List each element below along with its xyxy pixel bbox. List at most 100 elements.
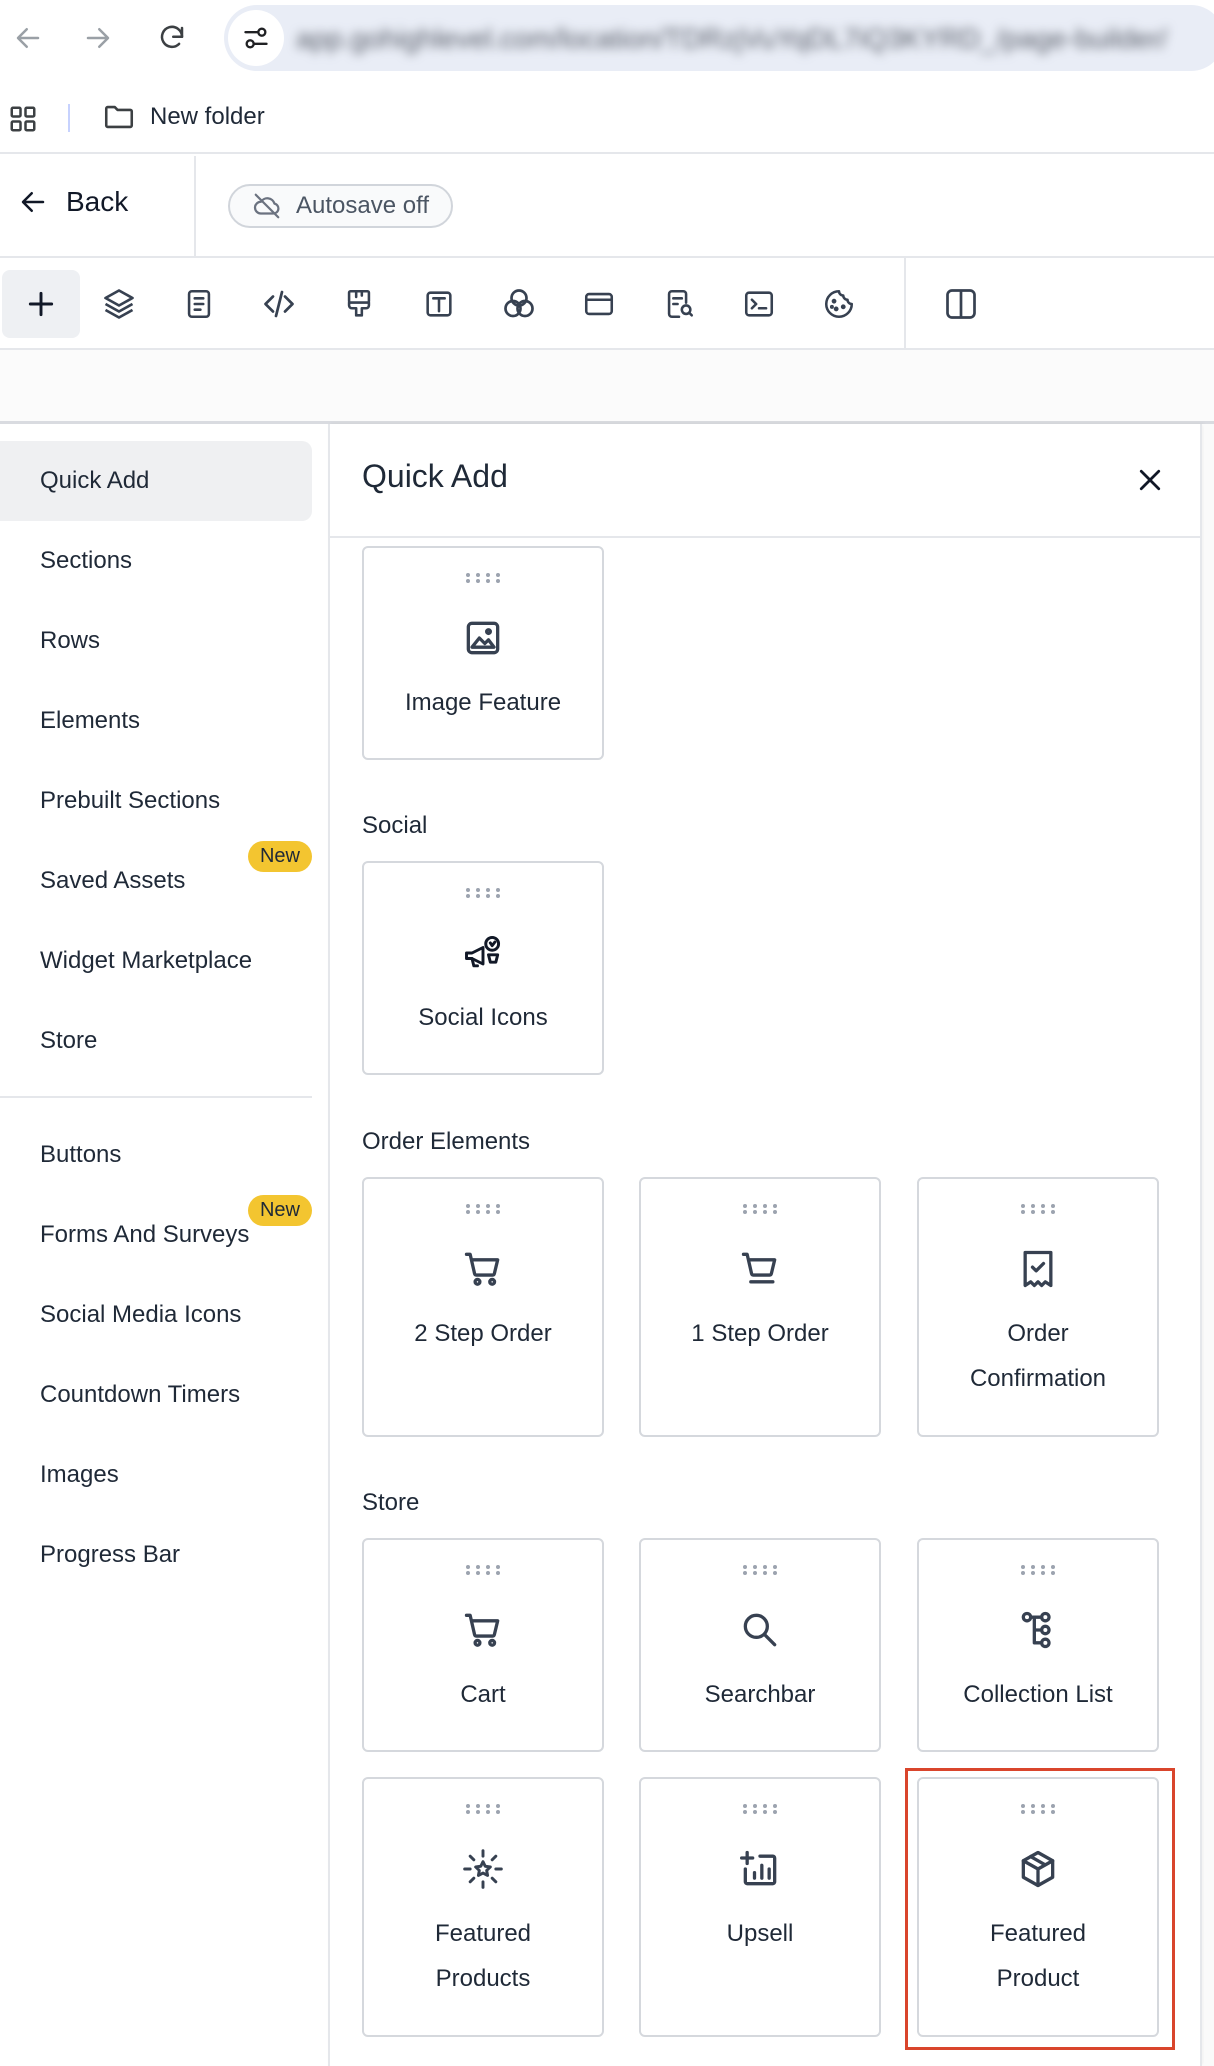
cart-icon <box>741 1252 777 1284</box>
nav-item-elements[interactable]: Elements <box>0 681 312 761</box>
nav-item-prebuilt-sections[interactable]: Prebuilt Sections <box>0 761 312 841</box>
element-card-2-step-order[interactable]: 2 Step Order <box>362 1177 604 1437</box>
arrow-right-icon <box>86 28 110 48</box>
drag-handle-icon[interactable] <box>1020 1203 1056 1215</box>
image-icon <box>466 621 500 655</box>
canvas-edge <box>1204 424 1214 2066</box>
element-card-1-step-order[interactable]: 1 Step Order <box>639 1177 881 1437</box>
element-card-collection-list[interactable]: Collection List <box>917 1538 1159 1752</box>
tool-page-settings[interactable] <box>160 270 238 338</box>
megaphone-icon <box>465 935 501 968</box>
code-icon <box>264 290 294 318</box>
element-card-image-feature[interactable]: Image Feature <box>362 546 604 760</box>
site-info-button[interactable] <box>228 10 284 66</box>
nav-item-buttons[interactable]: Buttons <box>0 1115 312 1195</box>
element-card-upsell[interactable]: Upsell <box>639 1777 881 2037</box>
nav-item-label: Buttons <box>40 1141 122 1168</box>
nav-item-countdown-timers[interactable]: Countdown Timers <box>0 1355 312 1435</box>
nav-item-images[interactable]: Images <box>0 1435 312 1515</box>
element-card-featured-products[interactable]: Featured Products <box>362 1777 604 2037</box>
drag-handle-icon[interactable] <box>742 1564 778 1576</box>
card-label: Upsell <box>726 1920 794 1947</box>
selection-highlight <box>905 1768 1175 2050</box>
window-icon <box>584 292 614 316</box>
nav-item-quick-add[interactable]: Quick Add <box>0 441 312 521</box>
drag-handle-icon[interactable] <box>742 1203 778 1215</box>
back-button[interactable]: Back <box>18 186 128 218</box>
tool-split-view[interactable] <box>922 270 1000 338</box>
nav-item-label: Widget Marketplace <box>40 947 253 974</box>
bookmark-folder[interactable]: New folder <box>102 100 265 134</box>
drag-handle-icon[interactable] <box>465 572 501 584</box>
new-badge: New <box>247 841 312 872</box>
card-label: Collection List <box>963 1681 1113 1708</box>
nav-item-label: Rows <box>40 627 101 654</box>
browser-reload-button[interactable] <box>152 18 192 58</box>
drag-handle-icon[interactable] <box>465 1564 501 1576</box>
nav-item-label: Saved Assets <box>40 867 186 894</box>
tool-layers[interactable] <box>80 270 158 338</box>
close-panel-button[interactable] <box>1128 458 1172 502</box>
card-label-line: Confirmation <box>969 1365 1107 1392</box>
nav-item-rows[interactable]: Rows <box>0 601 312 681</box>
card-label: 1 Step Order <box>691 1320 829 1347</box>
element-card-order-confirmation[interactable]: Order Confirmation <box>917 1177 1159 1437</box>
autosave-toggle[interactable]: Autosave off <box>228 184 453 228</box>
drag-handle-icon[interactable] <box>1020 1564 1056 1576</box>
nav-item-social-media-icons[interactable]: Social Media Icons <box>0 1275 312 1355</box>
nav-item-label: Countdown Timers <box>40 1381 241 1408</box>
nav-item-label: Images <box>40 1461 119 1488</box>
back-label: Back <box>66 186 129 217</box>
element-card-social-icons[interactable]: Social Icons <box>362 861 604 1075</box>
tool-popup[interactable] <box>560 270 638 338</box>
new-badge: New <box>247 1195 312 1226</box>
nav-item-store[interactable]: Store <box>0 1001 312 1081</box>
nav-item-label: Store <box>40 1027 98 1054</box>
star-burst-icon <box>463 1849 503 1889</box>
tool-add[interactable] <box>2 270 80 338</box>
drag-handle-icon[interactable] <box>465 1203 501 1215</box>
cookie-icon <box>824 289 854 319</box>
nav-item-sections[interactable]: Sections <box>0 521 312 601</box>
document-icon <box>187 289 211 319</box>
card-label-line: Order <box>1007 1320 1069 1347</box>
apps-grid-icon[interactable] <box>8 104 38 134</box>
cloud-off-icon <box>253 193 280 219</box>
browser-toolbar: app.gohighlevel.com/location/TDRzjVuYqDL… <box>0 0 1214 76</box>
nav-item-label: Forms And Surveys <box>40 1221 250 1248</box>
cart-icon <box>464 1613 500 1647</box>
nav-item-label: Sections <box>40 547 133 574</box>
drag-handle-icon[interactable] <box>742 1803 778 1815</box>
url-text: app.gohighlevel.com/location/TDRzjVuYqDL… <box>296 23 1168 54</box>
section-label-order-elements: Order Elements <box>362 1128 531 1155</box>
nav-item-forms-and-surveys[interactable]: Forms And Surveys New <box>0 1195 312 1275</box>
element-card-cart[interactable]: Cart <box>362 1538 604 1752</box>
card-label: Searchbar <box>704 1681 816 1708</box>
nav-item-saved-assets[interactable]: Saved Assets New <box>0 841 312 921</box>
nav-item-widget-marketplace[interactable]: Widget Marketplace <box>0 921 312 1001</box>
drag-handle-icon[interactable] <box>465 887 501 899</box>
receipt-check-icon <box>1023 1250 1053 1288</box>
element-card-searchbar[interactable]: Searchbar <box>639 1538 881 1752</box>
tool-cookie[interactable] <box>800 270 878 338</box>
drag-handle-icon[interactable] <box>465 1803 501 1815</box>
tool-custom-js[interactable] <box>720 270 798 338</box>
tree-structure-icon <box>1021 1611 1051 1649</box>
tool-colors[interactable] <box>480 270 558 338</box>
toolbar-divider <box>904 258 906 350</box>
browser-back-button[interactable] <box>8 18 48 58</box>
color-circles-icon <box>504 289 534 318</box>
autosave-label: Autosave off <box>296 192 429 219</box>
card-label: Social Icons <box>418 1004 548 1031</box>
header-divider <box>194 156 196 256</box>
tool-typography[interactable] <box>400 270 478 338</box>
nav-item-label: Quick Add <box>40 467 150 494</box>
tool-seo[interactable] <box>640 270 718 338</box>
tool-custom-code[interactable] <box>240 270 318 338</box>
nav-item-progress-bar[interactable]: Progress Bar <box>0 1515 312 1595</box>
tool-styles[interactable] <box>320 270 398 338</box>
address-bar[interactable]: app.gohighlevel.com/location/TDRzjVuYqDL… <box>224 5 1214 71</box>
nav-item-label: Prebuilt Sections <box>40 787 221 814</box>
browser-forward-button[interactable] <box>78 18 118 58</box>
terminal-icon <box>744 291 774 317</box>
